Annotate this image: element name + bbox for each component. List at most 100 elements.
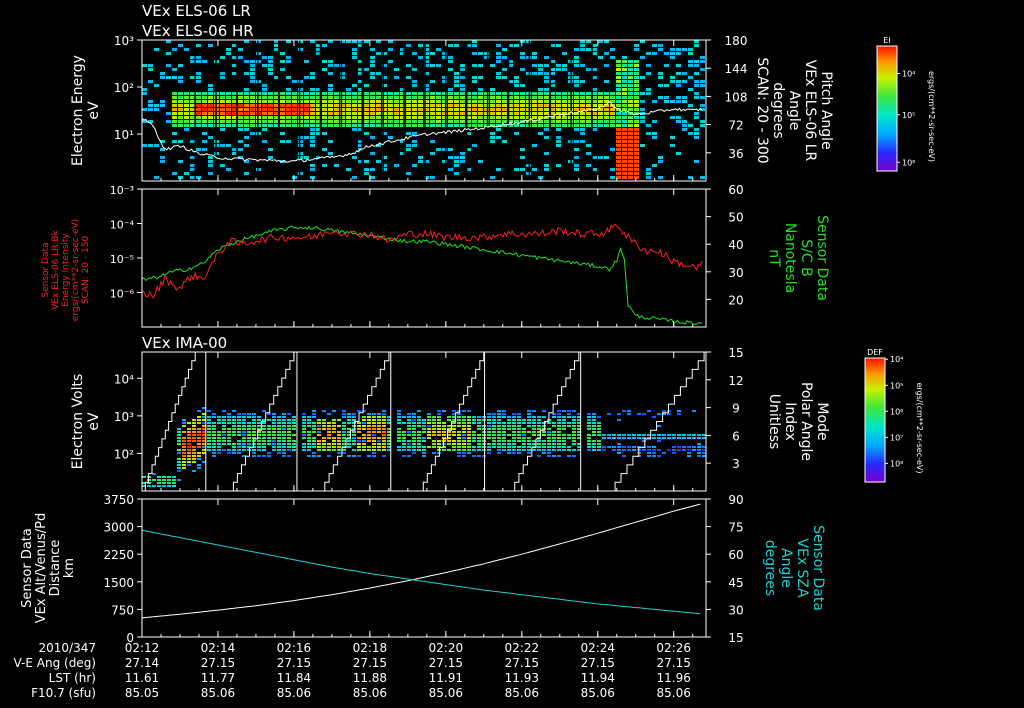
- f107-value: 85.06: [505, 686, 539, 700]
- els-spectrogram-cell: [700, 60, 705, 63]
- ima-spectrogram-cell: [217, 452, 221, 454]
- ima-spectrogram-cell: [572, 443, 576, 445]
- els-spectrogram-cell: [574, 156, 579, 159]
- ima-spectrogram-cell: [517, 440, 521, 442]
- colorbar-gradient-strip: [865, 389, 885, 390]
- els-spectrogram-cell: [628, 152, 633, 155]
- ima-spectrogram-cell: [547, 452, 551, 454]
- els-spectrogram-cell: [616, 140, 621, 143]
- ima-spectrogram-cell: [632, 437, 636, 439]
- ima-spectrogram-cell: [437, 413, 441, 415]
- els-spectrogram-cell: [184, 48, 189, 51]
- colorbar-gradient-strip: [877, 114, 897, 115]
- ima-spectrogram-cell: [187, 428, 191, 430]
- ima-spectrogram-cell: [597, 428, 601, 430]
- els-spectrogram-cell: [172, 68, 177, 71]
- ima-spectrogram-cell: [532, 431, 536, 433]
- els-spectrogram-cell: [586, 120, 591, 123]
- els-spectrogram-cell: [208, 164, 213, 167]
- ima-spectrogram-cell: [372, 449, 376, 451]
- els-spectrogram-cell: [388, 96, 393, 99]
- ima-spectrogram-cell: [162, 485, 166, 487]
- ima-spectrogram-cell: [182, 455, 186, 457]
- ve-ang-value: 27.15: [657, 656, 691, 670]
- els-spectrogram-cell: [460, 76, 465, 79]
- els-spectrogram-cell: [556, 44, 561, 47]
- els-spectrogram-cell: [220, 92, 225, 95]
- ima-spectrogram-cell: [247, 431, 251, 433]
- els-spectrogram-cell: [328, 92, 333, 95]
- els-spectrogram-cell: [172, 140, 177, 143]
- colorbar-gradient-strip: [877, 154, 897, 155]
- els-spectrogram-cell: [220, 144, 225, 147]
- els-spectrogram-cell: [514, 96, 519, 99]
- els-spectrogram-cell: [196, 72, 201, 75]
- ima-spectrogram-cell: [267, 452, 271, 454]
- ima-spectrogram-cell: [402, 431, 406, 433]
- ima-spectrogram-cell: [187, 461, 191, 463]
- els-spectrogram-cell: [496, 56, 501, 59]
- els-spectrogram-cell: [286, 120, 291, 123]
- els-spectrogram-cell: [268, 96, 273, 99]
- ima-spectrogram-cell: [327, 413, 331, 415]
- ima-spectrogram-cell: [522, 440, 526, 442]
- ima-spectrogram-cell: [192, 455, 196, 457]
- ima-spectrogram-cell: [602, 434, 606, 436]
- els-spectrogram-cell: [370, 108, 375, 111]
- els-spectrogram-cell: [430, 116, 435, 119]
- ima-spectrogram-cell: [337, 449, 341, 451]
- ima-spectrogram-cell: [422, 452, 426, 454]
- els-spectrogram-cell: [226, 92, 231, 95]
- colorbar-gradient-strip: [865, 447, 885, 448]
- els-spectrogram-cell: [670, 56, 675, 59]
- els-spectrogram-cell: [250, 112, 255, 115]
- ima-spectrogram-cell: [652, 449, 656, 451]
- ima-spectrogram-cell: [567, 434, 571, 436]
- ima-spectrogram-cell: [217, 431, 221, 433]
- ima-spectrogram-cell: [367, 437, 371, 439]
- els-spectrogram-cell: [346, 112, 351, 115]
- els-spectrogram-cell: [634, 64, 639, 67]
- els-spectrogram-cell: [436, 92, 441, 95]
- ima-spectrogram-cell: [342, 425, 346, 427]
- ima-spectrogram-cell: [497, 416, 501, 418]
- els-spectrogram-cell: [490, 92, 495, 95]
- els-spectrogram-cell: [574, 48, 579, 51]
- ima-spectrogram-cell: [442, 431, 446, 433]
- sensor-left-tick-label: 10⁻⁵: [110, 253, 134, 266]
- els-spectrogram-cell: [556, 140, 561, 143]
- els-spectrogram-cell: [250, 104, 255, 107]
- els-spectrogram-cell: [418, 104, 423, 107]
- ima-spectrogram-cell: [502, 443, 506, 445]
- els-spectrogram-cell: [418, 124, 423, 127]
- els-spectrogram-cell: [460, 96, 465, 99]
- colorbar-gradient-strip: [877, 158, 897, 159]
- els-spectrogram-cell: [514, 100, 519, 103]
- ima-spectrogram-cell: [452, 422, 456, 424]
- els-spectrogram-cell: [628, 164, 633, 167]
- els-spectrogram-cell: [628, 120, 633, 123]
- colorbar-gradient-strip: [865, 405, 885, 406]
- ima-spectrogram-cell: [412, 449, 416, 451]
- els-spectrogram-cell: [520, 108, 525, 111]
- els-spectrogram-cell: [634, 120, 639, 123]
- ima-spectrogram-cell: [332, 422, 336, 424]
- ima-spectrogram-cell: [277, 440, 281, 442]
- ima-spectrogram-cell: [372, 446, 376, 448]
- els-spectrogram-cell: [160, 104, 165, 107]
- ima-spectrogram-cell: [242, 431, 246, 433]
- colorbar-gradient-strip: [865, 394, 885, 395]
- ima-spectrogram-cell: [412, 422, 416, 424]
- els-spectrogram-cell: [190, 104, 195, 107]
- els-spectrogram-cell: [262, 84, 267, 87]
- els-spectrogram-cell: [154, 108, 159, 111]
- ima-spectrogram-cell: [257, 443, 261, 445]
- ima-spectrogram-cell: [587, 416, 591, 418]
- ima-spectrogram-cell: [287, 440, 291, 442]
- els-spectrogram-cell: [298, 116, 303, 119]
- els-spectrogram-cell: [262, 64, 267, 67]
- ima-spectrogram-cell: [357, 455, 361, 457]
- ima-spectrogram-cell: [187, 464, 191, 466]
- els-spectrogram-cell: [628, 132, 633, 135]
- ima-spectrogram-cell: [467, 446, 471, 448]
